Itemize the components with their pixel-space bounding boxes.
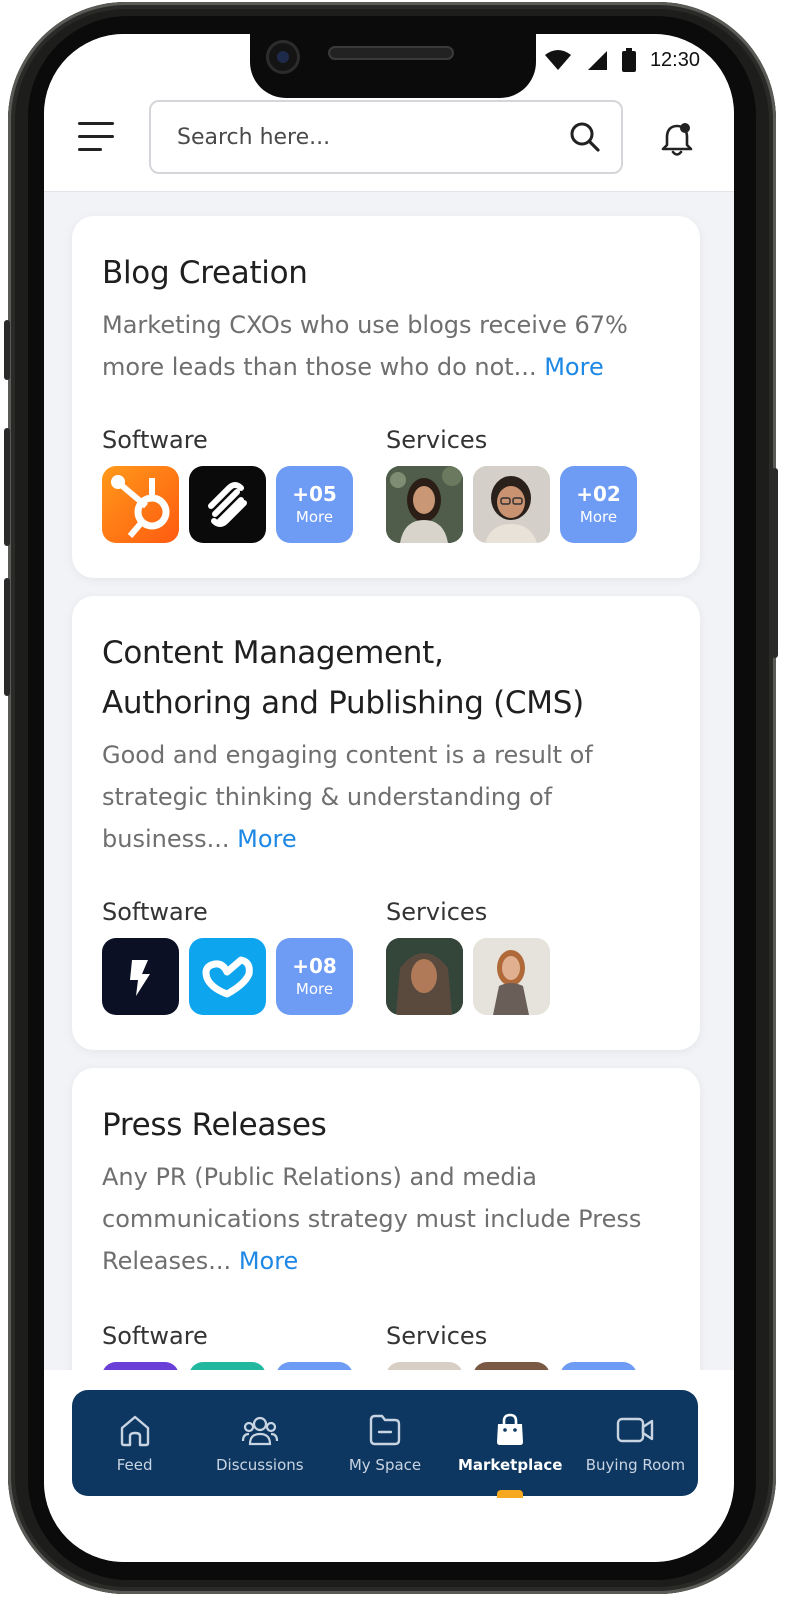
hubspot-icon xyxy=(111,475,170,538)
card-title: Blog Creation xyxy=(102,255,308,291)
nav-item-my-space[interactable]: My Space xyxy=(322,1390,447,1496)
card-title: Press Releases xyxy=(102,1107,327,1143)
card-groups: Software +05 More Services +02 More xyxy=(102,426,670,543)
category-card-blog-creation[interactable]: Blog Creation Marketing CXOs who use blo… xyxy=(72,216,700,578)
person-photo xyxy=(473,938,550,1015)
shopping-bag-icon xyxy=(497,1413,524,1445)
notification-bell-icon[interactable] xyxy=(658,120,696,158)
status-time: 12:30 xyxy=(649,48,700,71)
card-groups: Software +08 More Services xyxy=(102,898,670,1015)
services-label: Services xyxy=(386,898,488,926)
more-label: More xyxy=(295,979,334,998)
more-label: More xyxy=(579,507,618,526)
search-box xyxy=(149,100,623,174)
services-group: Services xyxy=(386,426,670,543)
speaker xyxy=(328,46,454,60)
software-group: Software xyxy=(102,426,386,543)
search-icon[interactable] xyxy=(569,121,601,153)
nav-item-feed[interactable]: Feed xyxy=(72,1390,197,1496)
service-provider-avatar[interactable] xyxy=(473,466,550,543)
nav-label: Feed xyxy=(116,1456,153,1474)
software-logo[interactable] xyxy=(189,938,266,1015)
service-provider-avatar[interactable] xyxy=(386,466,463,543)
services-tiles: +02 More xyxy=(386,466,670,543)
card-title: Content Management, Authoring and Publis… xyxy=(102,628,670,728)
active-tab-indicator xyxy=(497,1490,524,1498)
card-description: Good and engaging content is a result of… xyxy=(102,734,670,860)
description-text: Any PR (Public Relations) and media comm… xyxy=(102,1163,642,1275)
services-label: Services xyxy=(386,1322,488,1350)
folder-icon xyxy=(369,1414,401,1446)
services-group: Services xyxy=(386,898,670,1015)
service-provider-avatar[interactable] xyxy=(386,938,463,1015)
brand-logo-icon xyxy=(130,960,150,996)
nav-item-marketplace[interactable]: Marketplace xyxy=(448,1390,573,1498)
hamburger-line xyxy=(78,135,114,138)
brand-logo-icon xyxy=(202,956,253,998)
home-icon xyxy=(120,1415,149,1447)
more-link[interactable]: More xyxy=(239,1247,299,1275)
more-count: +08 xyxy=(292,953,337,978)
nav-item-discussions[interactable]: Discussions xyxy=(197,1390,322,1496)
nav-label: Discussions xyxy=(216,1456,304,1474)
card-title-line: Authoring and Publishing (CMS) xyxy=(102,685,584,721)
front-camera xyxy=(266,40,300,74)
service-provider-avatar[interactable] xyxy=(473,938,550,1015)
software-label: Software xyxy=(102,1322,208,1350)
software-label: Software xyxy=(102,898,208,926)
hamburger-line xyxy=(78,148,102,151)
search-input[interactable] xyxy=(177,124,569,150)
services-label: Services xyxy=(386,426,488,454)
more-label: More xyxy=(295,507,334,526)
hamburger-icon xyxy=(78,122,114,125)
more-count: +02 xyxy=(576,481,621,506)
mute-switch xyxy=(4,320,10,380)
software-tiles: +05 More xyxy=(102,466,386,543)
services-tiles xyxy=(386,938,670,1015)
video-icon xyxy=(617,1417,654,1443)
software-logo[interactable] xyxy=(102,938,179,1015)
squarespace-logo[interactable] xyxy=(189,466,266,543)
nav-label: Buying Room xyxy=(585,1456,686,1474)
person-photo xyxy=(386,466,463,543)
software-tiles: +08 More xyxy=(102,938,386,1015)
person-photo xyxy=(386,938,463,1015)
nav-item-buying-room[interactable]: Buying Room xyxy=(573,1390,698,1496)
wifi-icon xyxy=(544,50,571,70)
software-label: Software xyxy=(102,426,208,454)
description-text: Good and engaging content is a result of… xyxy=(102,741,593,853)
volume-down-button xyxy=(4,578,10,696)
card-description: Marketing CXOs who use blogs receive 67%… xyxy=(102,304,670,388)
hubspot-logo[interactable] xyxy=(102,466,179,543)
status-bar: 12:30 xyxy=(544,48,700,72)
squarespace-icon xyxy=(208,482,247,527)
more-link[interactable]: More xyxy=(544,353,604,381)
more-count: +05 xyxy=(292,481,337,506)
card-description: Any PR (Public Relations) and media comm… xyxy=(102,1156,670,1282)
battery-icon xyxy=(621,48,636,72)
person-photo xyxy=(473,466,550,543)
volume-up-button xyxy=(4,428,10,546)
power-button xyxy=(772,468,778,658)
nav-label: My Space xyxy=(348,1456,422,1474)
bottom-navigation: Feed Discussions My Space Marketplace Bu… xyxy=(72,1390,698,1498)
software-group: Software +08 More xyxy=(102,898,386,1015)
people-icon xyxy=(241,1416,278,1446)
cellular-signal-icon xyxy=(587,51,607,70)
menu-button[interactable] xyxy=(78,122,114,154)
software-more-tile[interactable]: +05 More xyxy=(276,466,353,543)
services-more-tile[interactable]: +02 More xyxy=(560,466,637,543)
card-title-line: Content Management, xyxy=(102,635,444,671)
more-link[interactable]: More xyxy=(237,825,297,853)
category-card-cms[interactable]: Content Management, Authoring and Publis… xyxy=(72,596,700,1050)
phone-screen: 12:30 Blog Creation Marketing CXOs who u… xyxy=(44,34,734,1562)
nav-label: Marketplace xyxy=(457,1456,563,1474)
software-more-tile[interactable]: +08 More xyxy=(276,938,353,1015)
